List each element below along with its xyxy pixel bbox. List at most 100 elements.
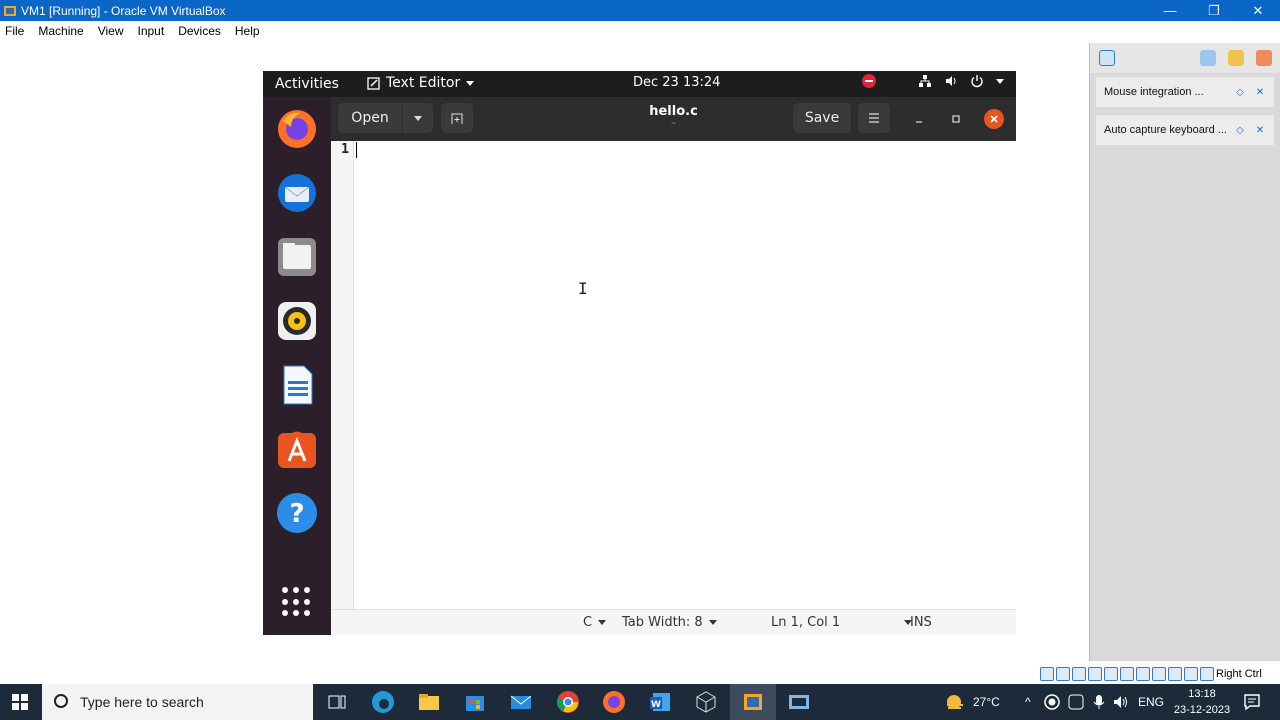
show-applications-icon[interactable] — [282, 587, 312, 617]
cpu-icon[interactable] — [1168, 667, 1182, 681]
recording-icon[interactable] — [1152, 667, 1166, 681]
menu-file[interactable]: File — [0, 24, 33, 38]
system-clock[interactable]: 13:18 23-12-2023 — [1172, 686, 1232, 718]
menu-input[interactable]: Input — [133, 24, 174, 38]
weather-temperature[interactable]: 27°C — [973, 695, 1000, 709]
vm-window-taskbar-icon[interactable] — [786, 689, 812, 715]
record-tray-icon[interactable] — [1043, 693, 1061, 711]
host-key-label: Right Ctrl — [1216, 668, 1262, 680]
activities-button[interactable]: Activities — [275, 76, 339, 92]
line-number: 1 — [341, 142, 349, 157]
text-caret — [356, 142, 357, 158]
tray-app-icon[interactable] — [1067, 693, 1085, 711]
libreoffice-writer-icon[interactable] — [275, 363, 319, 407]
notice-options-icon[interactable]: ◇ — [1234, 86, 1246, 98]
notice-close-icon[interactable]: ✕ — [1254, 86, 1266, 98]
host-minimize-button[interactable]: — — [1148, 0, 1192, 21]
main-menu-button[interactable] — [858, 103, 890, 133]
chrome-icon[interactable] — [555, 689, 581, 715]
virtualbox-notification-panel: Mouse integration ... ◇ ✕ Auto capture k… — [1089, 43, 1280, 661]
notice-options-icon[interactable]: ◇ — [1234, 124, 1246, 136]
ubuntu-dock: ? — [263, 97, 331, 635]
menu-machine[interactable]: Machine — [33, 24, 92, 38]
firefox-icon[interactable] — [275, 107, 319, 151]
notifications-icon[interactable] — [1242, 692, 1262, 712]
language-selector[interactable]: C — [583, 615, 607, 630]
cursor-position-selector[interactable]: Ln 1, Col 1 — [771, 615, 913, 630]
usb-icon[interactable] — [1104, 667, 1118, 681]
word-icon[interactable]: W — [647, 689, 673, 715]
host-restore-button[interactable]: ❐ — [1192, 0, 1236, 21]
virtualbox-taskbar-icon[interactable] — [740, 689, 766, 715]
display-icon[interactable] — [1136, 667, 1150, 681]
start-button[interactable] — [0, 684, 40, 720]
language-label: C — [583, 615, 593, 630]
text-editor-area[interactable]: 1 I — [331, 141, 1016, 609]
shared-folders-icon[interactable] — [1120, 667, 1134, 681]
optical-drive-icon[interactable] — [1056, 667, 1070, 681]
windows-logo-icon — [12, 694, 28, 710]
show-hidden-icons-chevron-icon[interactable]: ^ — [1025, 695, 1031, 709]
chevron-down-icon — [996, 78, 1004, 84]
minimize-button[interactable] — [909, 109, 929, 129]
audio-icon[interactable] — [1072, 667, 1086, 681]
tab-width-selector[interactable]: Tab Width: 8 — [622, 615, 717, 630]
panel-pin-icon[interactable] — [1228, 50, 1244, 66]
menu-devices[interactable]: Devices — [173, 24, 230, 38]
save-button[interactable]: Save — [793, 103, 851, 133]
edge-icon[interactable] — [370, 689, 396, 715]
keyboard-capture-icon[interactable] — [1200, 667, 1214, 681]
editor-headerbar: Open hello.c ~ Save — [331, 97, 1016, 141]
topbar-clock[interactable]: Dec 23 13:24 — [633, 75, 720, 90]
thunderbird-icon[interactable] — [275, 171, 319, 215]
vm-display[interactable]: Activities Text Editor Dec 23 13:24 ? Op… — [263, 71, 1016, 635]
clock-time: 13:18 — [1188, 688, 1216, 700]
notice-mouse-integration[interactable]: Mouse integration ... ◇ ✕ — [1096, 77, 1274, 107]
notice-auto-capture-keyboard[interactable]: Auto capture keyboard ... ◇ ✕ — [1096, 115, 1274, 145]
panel-sort-icon[interactable] — [1200, 50, 1216, 66]
close-button[interactable] — [984, 109, 1004, 129]
weather-icon[interactable] — [942, 689, 968, 715]
files-icon[interactable] — [275, 235, 319, 279]
taskbar-search-box[interactable]: Type here to search — [42, 684, 313, 720]
host-menubar: File Machine View Input Devices Help — [0, 21, 1280, 41]
app-center-icon[interactable] — [275, 427, 319, 471]
notice-close-icon[interactable]: ✕ — [1254, 124, 1266, 136]
input-language[interactable]: ENG — [1138, 695, 1164, 709]
help-icon[interactable]: ? — [275, 491, 319, 535]
virtualbox-statusbar: Right Ctrl — [1040, 665, 1262, 683]
speaker-icon[interactable] — [1112, 693, 1130, 711]
network-status-icon[interactable] — [1088, 667, 1102, 681]
cursor-position-label: Ln 1, Col 1 — [771, 615, 841, 630]
maximize-button[interactable] — [946, 109, 966, 129]
mouse-integration-icon[interactable] — [1184, 667, 1198, 681]
system-tray[interactable] — [862, 74, 1004, 88]
file-explorer-icon[interactable] — [416, 689, 442, 715]
notification-center-icon[interactable] — [1099, 50, 1115, 66]
editor-statusbar: C Tab Width: 8 Ln 1, Col 1 INS — [331, 609, 1016, 635]
chevron-down-icon — [598, 620, 607, 625]
firefox-taskbar-icon[interactable] — [601, 689, 627, 715]
panel-clear-icon[interactable] — [1256, 50, 1272, 66]
svg-text:W: W — [651, 700, 661, 710]
app-menu[interactable]: Text Editor — [367, 75, 475, 91]
volume-icon — [946, 76, 956, 86]
hamburger-icon — [869, 113, 879, 123]
panel-toolbar — [1090, 43, 1280, 73]
mail-icon[interactable] — [508, 689, 534, 715]
gnome-topbar: Activities Text Editor Dec 23 13:24 — [263, 71, 1016, 97]
host-close-button[interactable]: ✕ — [1236, 0, 1280, 21]
hard-disk-icon[interactable] — [1040, 667, 1054, 681]
menu-view[interactable]: View — [93, 24, 133, 38]
insert-mode-indicator[interactable]: INS — [910, 615, 932, 630]
menu-help[interactable]: Help — [230, 24, 269, 38]
task-view-icon[interactable] — [324, 689, 350, 715]
3d-viewer-icon[interactable] — [693, 689, 719, 715]
notice-text: Mouse integration ... — [1104, 86, 1204, 98]
host-window-title: VM1 [Running] - Oracle VM VirtualBox — [21, 3, 226, 18]
minimize-icon — [916, 121, 922, 123]
search-icon — [54, 694, 68, 708]
microphone-icon[interactable] — [1090, 693, 1108, 711]
rhythmbox-icon[interactable] — [275, 299, 319, 343]
microsoft-store-icon[interactable] — [462, 689, 488, 715]
